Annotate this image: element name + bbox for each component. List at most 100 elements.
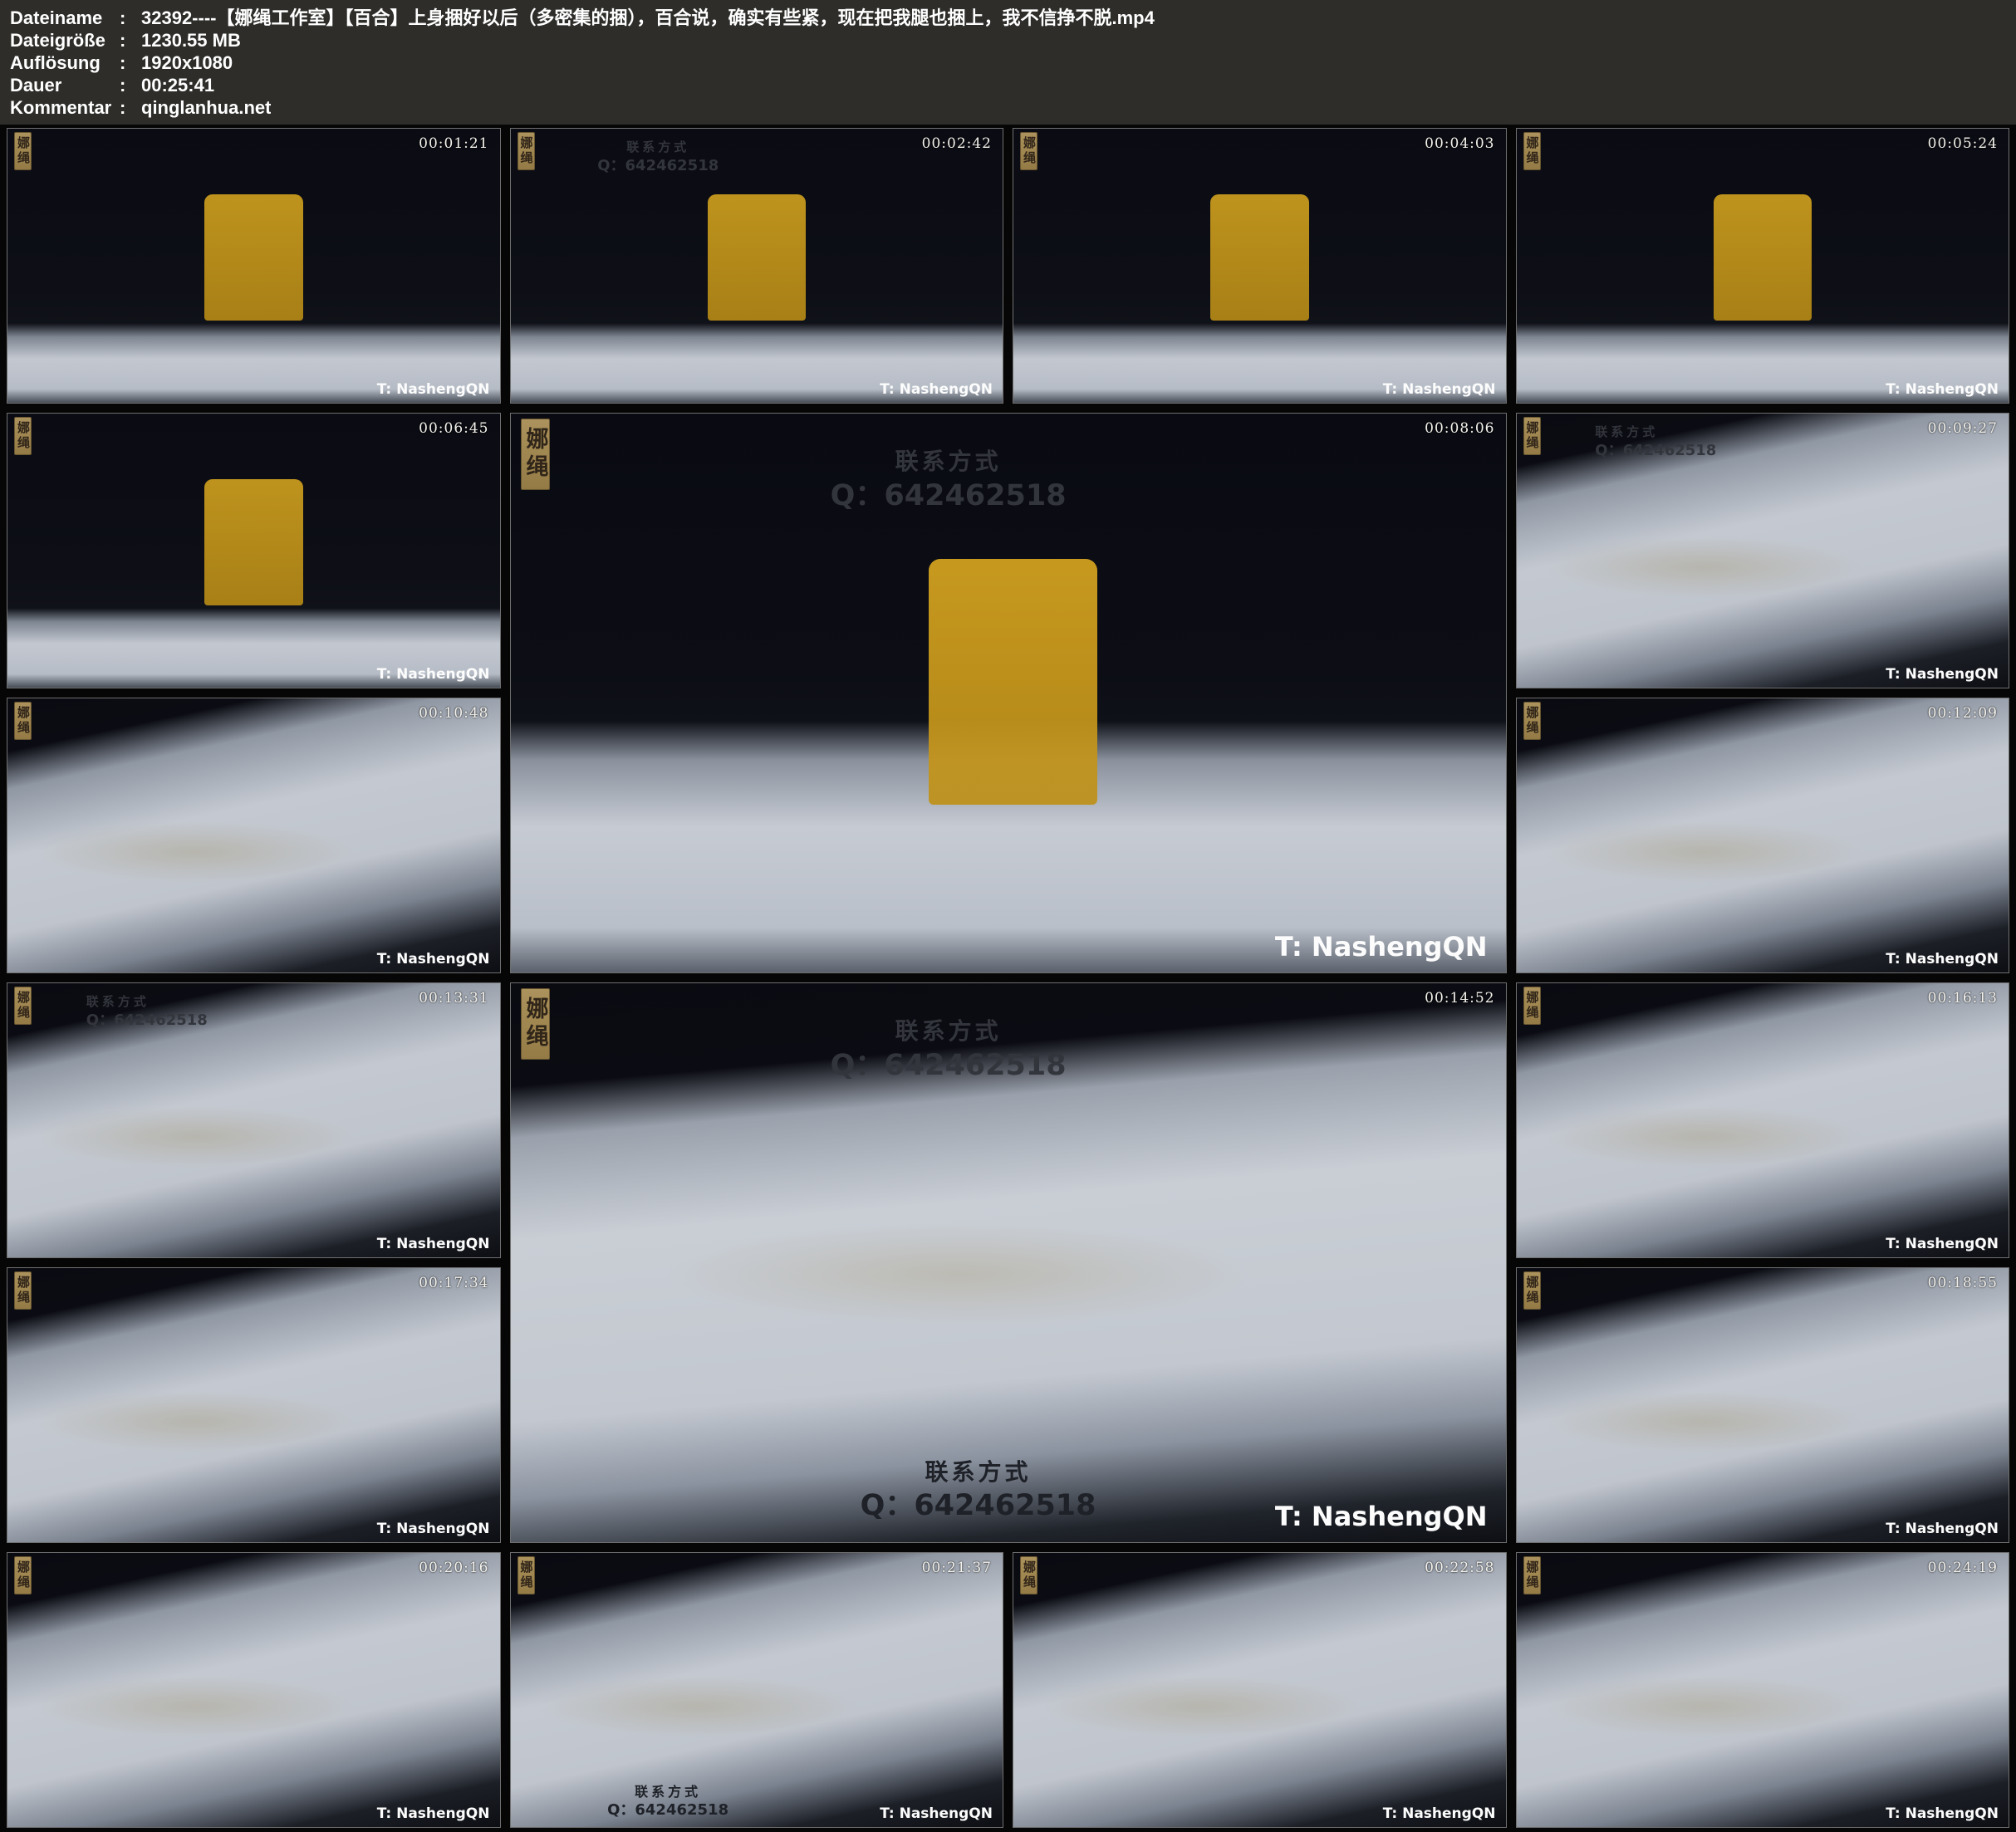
metadata-label: Dateiname xyxy=(10,7,120,29)
timestamp-overlay: 00:01:21 xyxy=(419,135,488,152)
timestamp-overlay: 00:22:58 xyxy=(1425,1560,1494,1576)
metadata-label: Dauer xyxy=(10,74,120,96)
contact-watermark: 联系方式 Q：642462518 xyxy=(86,994,208,1030)
contact-watermark: 联系方式 Q：642462518 xyxy=(1595,424,1716,460)
video-thumbnail[interactable]: 娜绳 00:13:31 联系方式 Q：642462518 T: NashengQ… xyxy=(7,982,501,1258)
contact-watermark-label: 联系方式 xyxy=(86,994,208,1011)
metadata-separator: : xyxy=(120,51,141,74)
studio-seal-watermark: 娜绳 xyxy=(521,988,550,1060)
channel-watermark: T: NashengQN xyxy=(377,1236,490,1252)
channel-watermark: T: NashengQN xyxy=(1886,1805,1999,1822)
video-thumbnail[interactable]: 娜绳 00:08:06 联系方式 Q：642462518 T: NashengQ… xyxy=(510,413,1507,973)
metadata-row-resolution: Auflösung : 1920x1080 xyxy=(10,51,2004,74)
video-contact-sheet: Dateiname : 32392----【娜绳工作室】【百合】上身捆好以后（多… xyxy=(0,0,2016,1832)
timestamp-overlay: 00:18:55 xyxy=(1928,1275,1998,1291)
contact-watermark: 联系方式 Q：642462518 xyxy=(831,1016,1067,1085)
metadata-value-filesize: 1230.55 MB xyxy=(141,29,241,51)
studio-seal-watermark: 娜绳 xyxy=(1020,1556,1037,1594)
timestamp-overlay: 00:14:52 xyxy=(1425,990,1494,1007)
contact-watermark: 联系方式 Q：642462518 xyxy=(861,1457,1096,1526)
channel-watermark: T: NashengQN xyxy=(1275,1501,1488,1532)
studio-seal-watermark: 娜绳 xyxy=(1523,417,1541,455)
timestamp-overlay: 00:04:03 xyxy=(1425,135,1494,152)
contact-watermark-label: 联系方式 xyxy=(597,140,719,156)
metadata-label: Kommentar xyxy=(10,96,120,119)
timestamp-overlay: 00:06:45 xyxy=(419,420,488,437)
video-thumbnail[interactable]: 娜绳 00:06:45 T: NashengQN xyxy=(7,413,501,688)
video-thumbnail[interactable]: 娜绳 00:14:52 联系方式 Q：642462518 联系方式 Q：6424… xyxy=(510,982,1507,1543)
channel-watermark: T: NashengQN xyxy=(377,381,490,398)
contact-watermark-number: Q：642462518 xyxy=(86,1011,208,1030)
channel-watermark: T: NashengQN xyxy=(377,1521,490,1537)
video-thumbnail[interactable]: 娜绳 00:20:16 T: NashengQN xyxy=(7,1552,501,1828)
channel-watermark: T: NashengQN xyxy=(1886,666,1999,683)
metadata-row-filesize: Dateigröße : 1230.55 MB xyxy=(10,29,2004,51)
metadata-value-filename: 32392----【娜绳工作室】【百合】上身捆好以后（多密集的捆），百合说，确实… xyxy=(141,7,1155,29)
contact-watermark-label: 联系方式 xyxy=(1595,424,1716,441)
contact-watermark-number: Q：642462518 xyxy=(1595,441,1716,460)
file-metadata-panel: Dateiname : 32392----【娜绳工作室】【百合】上身捆好以后（多… xyxy=(0,0,2016,125)
timestamp-overlay: 00:24:19 xyxy=(1928,1560,1998,1576)
contact-watermark-label: 联系方式 xyxy=(861,1457,1096,1487)
studio-seal-watermark: 娜绳 xyxy=(14,702,32,740)
contact-watermark-label: 联系方式 xyxy=(831,447,1067,477)
channel-watermark: T: NashengQN xyxy=(1886,1236,1999,1252)
studio-seal-watermark: 娜绳 xyxy=(1523,702,1541,740)
contact-watermark-label: 联系方式 xyxy=(607,1784,728,1801)
metadata-row-comment: Kommentar : qinglanhua.net xyxy=(10,96,2004,119)
video-thumbnail[interactable]: 娜绳 00:17:34 T: NashengQN xyxy=(7,1267,501,1543)
channel-watermark: T: NashengQN xyxy=(377,1805,490,1822)
video-thumbnail[interactable]: 娜绳 00:12:09 T: NashengQN xyxy=(1516,698,2010,973)
metadata-value-comment: qinglanhua.net xyxy=(141,96,271,119)
timestamp-overlay: 00:17:34 xyxy=(419,1275,488,1291)
studio-seal-watermark: 娜绳 xyxy=(14,417,32,455)
video-thumbnail[interactable]: 娜绳 00:24:19 T: NashengQN xyxy=(1516,1552,2010,1828)
channel-watermark: T: NashengQN xyxy=(1886,951,1999,967)
video-thumbnail[interactable]: 娜绳 00:16:13 T: NashengQN xyxy=(1516,982,2010,1258)
video-thumbnail[interactable]: 娜绳 00:04:03 T: NashengQN xyxy=(1013,128,1507,404)
contact-watermark-number: Q：642462518 xyxy=(831,478,1067,516)
contact-watermark-label: 联系方式 xyxy=(831,1016,1067,1046)
video-thumbnail[interactable]: 娜绳 00:02:42 联系方式 Q：642462518 T: NashengQ… xyxy=(510,128,1004,404)
contact-watermark-number: Q：642462518 xyxy=(597,156,719,175)
timestamp-overlay: 00:21:37 xyxy=(922,1560,992,1576)
metadata-separator: : xyxy=(120,96,141,119)
timestamp-overlay: 00:05:24 xyxy=(1928,135,1998,152)
channel-watermark: T: NashengQN xyxy=(1383,381,1496,398)
contact-watermark-number: Q：642462518 xyxy=(861,1487,1096,1526)
channel-watermark: T: NashengQN xyxy=(1383,1805,1496,1822)
metadata-row-duration: Dauer : 00:25:41 xyxy=(10,74,2004,96)
contact-watermark: 联系方式 Q：642462518 xyxy=(607,1784,728,1820)
metadata-separator: : xyxy=(120,7,141,29)
channel-watermark: T: NashengQN xyxy=(1886,381,1999,398)
studio-seal-watermark: 娜绳 xyxy=(14,1556,32,1594)
thumbnail-grid: 娜绳 00:01:21 T: NashengQN 娜绳 00:02:42 联系方… xyxy=(0,125,2016,1832)
studio-seal-watermark: 娜绳 xyxy=(1020,132,1037,170)
studio-seal-watermark: 娜绳 xyxy=(517,132,535,170)
contact-watermark: 联系方式 Q：642462518 xyxy=(831,447,1067,515)
video-thumbnail[interactable]: 娜绳 00:18:55 T: NashengQN xyxy=(1516,1267,2010,1543)
channel-watermark: T: NashengQN xyxy=(1886,1521,1999,1537)
metadata-value-duration: 00:25:41 xyxy=(141,74,214,96)
studio-seal-watermark: 娜绳 xyxy=(1523,1556,1541,1594)
video-thumbnail[interactable]: 娜绳 00:21:37 联系方式 Q：642462518 T: NashengQ… xyxy=(510,1552,1004,1828)
timestamp-overlay: 00:08:06 xyxy=(1425,420,1494,437)
contact-watermark: 联系方式 Q：642462518 xyxy=(597,140,719,175)
timestamp-overlay: 00:16:13 xyxy=(1928,990,1998,1007)
video-thumbnail[interactable]: 娜绳 00:10:48 T: NashengQN xyxy=(7,698,501,973)
channel-watermark: T: NashengQN xyxy=(880,1805,993,1822)
video-thumbnail[interactable]: 娜绳 00:09:27 联系方式 Q：642462518 T: NashengQ… xyxy=(1516,413,2010,688)
timestamp-overlay: 00:09:27 xyxy=(1928,420,1998,437)
metadata-value-resolution: 1920x1080 xyxy=(141,51,233,74)
timestamp-overlay: 00:12:09 xyxy=(1928,705,1998,722)
video-thumbnail[interactable]: 娜绳 00:01:21 T: NashengQN xyxy=(7,128,501,404)
timestamp-overlay: 00:02:42 xyxy=(922,135,992,152)
studio-seal-watermark: 娜绳 xyxy=(517,1556,535,1594)
studio-seal-watermark: 娜绳 xyxy=(14,1271,32,1310)
timestamp-overlay: 00:20:16 xyxy=(419,1560,488,1576)
video-thumbnail[interactable]: 娜绳 00:22:58 T: NashengQN xyxy=(1013,1552,1507,1828)
channel-watermark: T: NashengQN xyxy=(1275,931,1488,963)
metadata-separator: : xyxy=(120,74,141,96)
studio-seal-watermark: 娜绳 xyxy=(14,987,32,1025)
video-thumbnail[interactable]: 娜绳 00:05:24 T: NashengQN xyxy=(1516,128,2010,404)
